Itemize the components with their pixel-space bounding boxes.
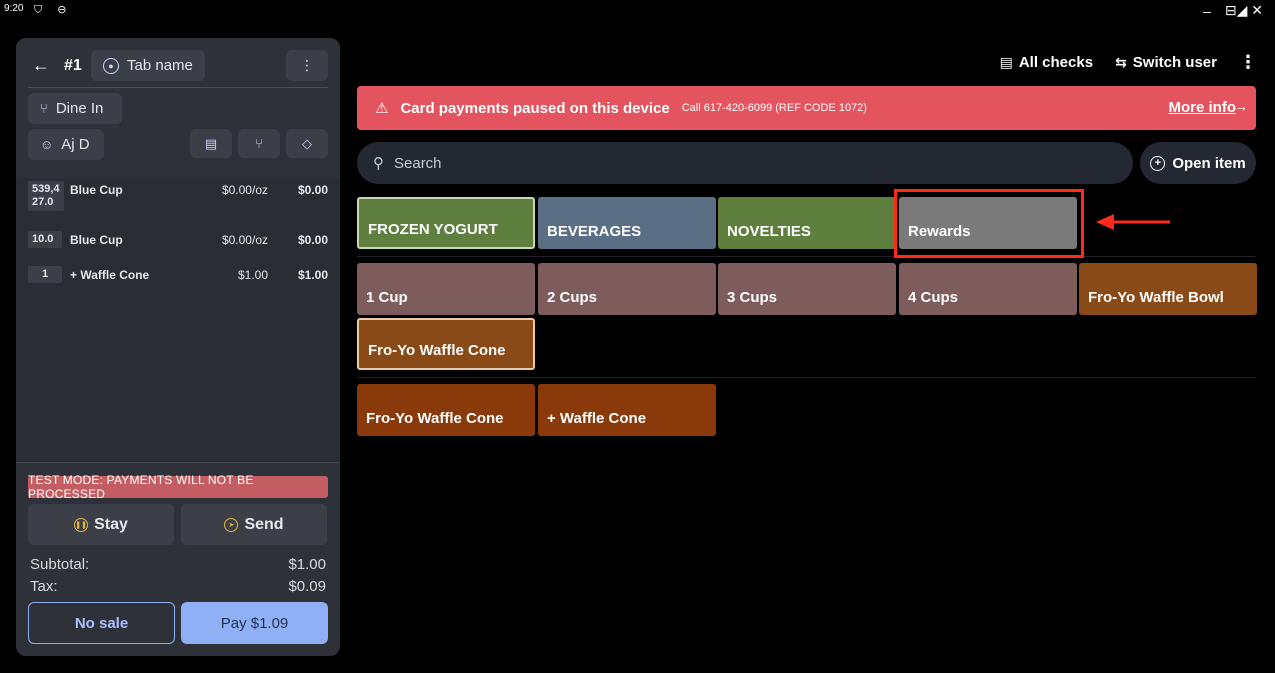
check-header: ← #1 ● Tab name ⋮ ⑂ Dine In ☺ Aj D ▤ ⑂ ◇ (16, 38, 340, 178)
stay-label: Stay (94, 515, 128, 533)
arrow-right-icon: → (1234, 98, 1248, 114)
split-button[interactable]: ⑂ (238, 129, 280, 158)
category-frozen-yogurt[interactable]: FROZEN YOGURT (357, 197, 535, 249)
receipt-icon: ▤ (204, 135, 218, 151)
modifier-waffle-cone[interactable]: + Waffle Cone (538, 384, 716, 436)
minimize-icon[interactable]: – (1203, 3, 1211, 19)
row-divider (357, 256, 1256, 257)
tax-value: $0.09 (288, 578, 326, 595)
search-icon: ⚲ (373, 155, 384, 172)
check-panel: ← #1 ● Tab name ⋮ ⑂ Dine In ☺ Aj D ▤ ⑂ ◇… (16, 38, 340, 656)
tax-label: Tax: (30, 578, 58, 595)
highlight-box (894, 189, 1084, 258)
item-4-cups[interactable]: 4 Cups (899, 263, 1077, 315)
order-row[interactable]: 1 + Waffle Cone $1.00 $1.00 (16, 266, 340, 296)
payments-paused-banner: ⚠ Card payments paused on this device Ca… (357, 86, 1256, 130)
order-qty: 1 (28, 266, 62, 283)
dining-icon: ⑂ (40, 101, 48, 116)
status-notification-icons: ⛉ ⊖ (34, 4, 73, 16)
order-row[interactable]: 10.0 Blue Cup $0.00/oz $0.00 (16, 231, 340, 261)
banner-phone: Call 617-420-6099 (REF CODE 1072) (681, 102, 867, 114)
check-menu-button[interactable]: ⋮ (286, 50, 328, 81)
order-unit-price: $0.00/oz (221, 183, 268, 197)
server-button[interactable]: ☺ Aj D (28, 129, 104, 160)
category-beverages[interactable]: BEVERAGES (538, 197, 716, 249)
switch-user-button[interactable]: ⇆ Switch user (1115, 54, 1217, 71)
send-button[interactable]: ➤ Send (181, 504, 327, 545)
order-qty: 10.0 (28, 231, 62, 248)
back-arrow-icon[interactable]: ← (32, 55, 50, 76)
user-circle-icon: ● (103, 57, 119, 74)
pause-icon: ❚❚ (74, 517, 89, 532)
dine-in-button[interactable]: ⑂ Dine In (28, 93, 122, 124)
test-mode-badge: TEST MODE: PAYMENTS WILL NOT BE PROCESSE… (28, 473, 328, 501)
main-menu-button[interactable]: ⋮ (1239, 52, 1257, 73)
system-status-bar: 9:20 ⛉ ⊖ – ⊟◢ ✕ (0, 0, 1275, 26)
item-3-cups[interactable]: 3 Cups (718, 263, 896, 315)
row-divider (357, 377, 1256, 378)
all-checks-label: All checks (1018, 54, 1094, 71)
order-total: $0.00 (297, 183, 328, 197)
switch-user-label: Switch user (1132, 54, 1217, 71)
modifier-fro-yo-waffle-cone[interactable]: Fro-Yo Waffle Cone (357, 384, 535, 436)
discount-button[interactable]: ◇ (286, 129, 328, 158)
more-info-link[interactable]: More info (1169, 99, 1237, 116)
status-right-group: – ⊟◢ ✕ (1203, 2, 1263, 19)
signal-battery-icon: ⊟◢ ✕ (1224, 2, 1263, 18)
subtotal-label: Subtotal: (30, 556, 90, 573)
check-number: #1 (64, 57, 82, 74)
category-novelties[interactable]: NOVELTIES (718, 197, 896, 249)
stay-button[interactable]: ❚❚ Stay (28, 504, 174, 545)
order-item-name: + Waffle Cone (70, 268, 150, 282)
open-item-label: Open item (1172, 154, 1246, 172)
order-item-name: Blue Cup (70, 183, 123, 197)
item-fro-yo-waffle-cone[interactable]: Fro-Yo Waffle Cone (357, 318, 535, 370)
all-checks-button[interactable]: ▤ All checks (1000, 54, 1093, 71)
order-item-name: Blue Cup (70, 233, 123, 247)
order-item-list: 539,4 27.0 Blue Cup $0.00/oz $0.00 10.0 … (16, 178, 340, 462)
send-label: Send (244, 515, 284, 533)
order-unit-price: $1.00 (237, 268, 268, 282)
dine-in-label: Dine In (55, 100, 104, 117)
item-2-cups[interactable]: 2 Cups (538, 263, 716, 315)
item-fro-yo-waffle-bowl[interactable]: Fro-Yo Waffle Bowl (1079, 263, 1257, 315)
banner-message: Card payments paused on this device (400, 99, 670, 117)
plus-circle-icon: + (1150, 155, 1166, 171)
order-unit-price: $0.00/oz (221, 233, 268, 247)
search-placeholder: Search (394, 154, 442, 172)
order-total: $0.00 (297, 233, 328, 247)
split-icon: ⑂ (255, 136, 263, 151)
receipt-button[interactable]: ▤ (190, 129, 232, 158)
order-qty: 539,4 27.0 (28, 181, 64, 211)
warning-icon: ⚠ (375, 100, 389, 117)
pay-button[interactable]: Pay $1.09 (181, 602, 328, 644)
tab-name-label: Tab name (127, 57, 193, 74)
checks-icon: ▤ (999, 54, 1013, 70)
order-total: $1.00 (297, 268, 328, 282)
tag-icon: ◇ (302, 135, 312, 151)
server-label: Aj D (61, 136, 90, 153)
tab-name-button[interactable]: ● Tab name (91, 50, 205, 81)
search-input[interactable]: ⚲ Search (357, 142, 1133, 184)
people-icon: ☺ (40, 137, 54, 152)
top-actions: ▤ All checks ⇆ Switch user ⋮ (1000, 52, 1257, 73)
order-row[interactable]: 539,4 27.0 Blue Cup $0.00/oz $0.00 (16, 181, 340, 211)
check-footer: TEST MODE: PAYMENTS WILL NOT BE PROCESSE… (16, 462, 340, 656)
status-time: 9:20 (4, 3, 24, 14)
swap-icon: ⇆ (1115, 54, 1127, 70)
no-sale-button[interactable]: No sale (28, 602, 175, 644)
open-item-button[interactable]: + Open item (1140, 142, 1256, 184)
header-divider (28, 87, 328, 88)
item-1-cup[interactable]: 1 Cup (357, 263, 535, 315)
send-icon: ➤ (224, 517, 239, 532)
annotation-arrow-icon (1096, 214, 1170, 230)
subtotal-value: $1.00 (288, 556, 326, 573)
